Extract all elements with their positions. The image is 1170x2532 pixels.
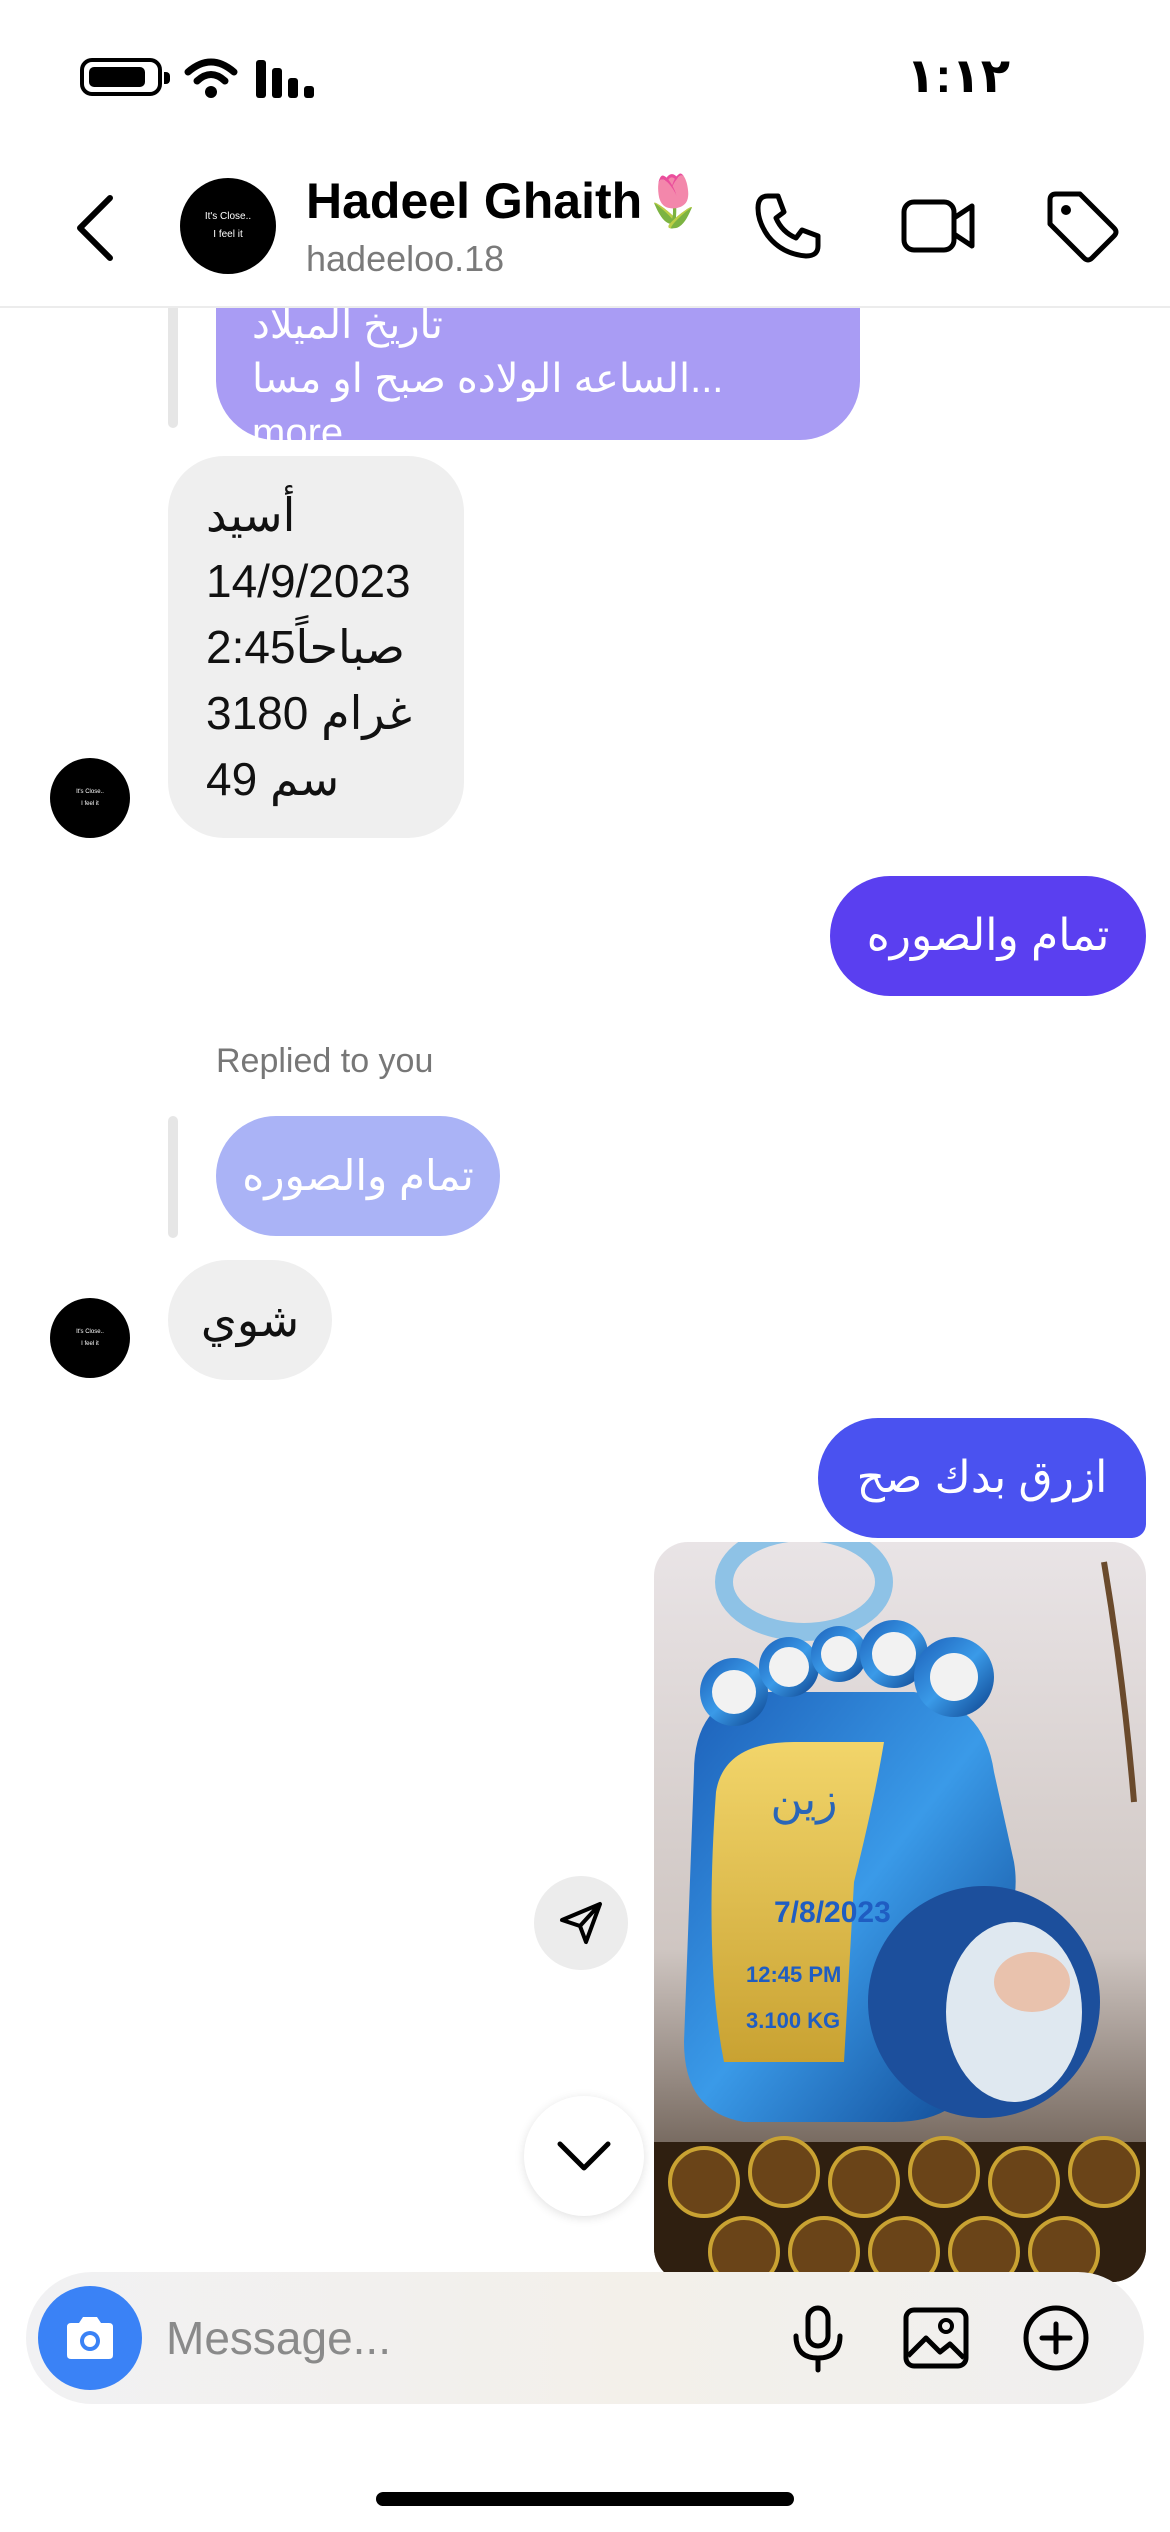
incoming-message-text: شوي [200,1294,300,1346]
avatar-text-top: It's Close.. [76,789,104,795]
avatar[interactable]: It's Close.. I feel it [50,758,130,838]
chat-header: It's Close.. I feel it Hadeel Ghaith🌷 ha… [0,150,1170,308]
outgoing-message-bubble[interactable]: تمام والصوره [830,876,1146,996]
outgoing-message-bubble[interactable]: ازرق بدك صح [818,1418,1146,1538]
quoted-line-1: تاريخ الميلاد [252,308,443,347]
reply-indicator [168,1116,178,1238]
reply-indicator [168,308,178,428]
chevron-down-icon[interactable] [524,2096,644,2216]
avatar[interactable]: It's Close.. I feel it [180,178,276,274]
incoming-message-bubble[interactable]: شوي [168,1260,332,1380]
avatar-text-bottom: I feel it [213,229,243,240]
shared-photo[interactable]: ﺯﻳﻦ 7/8/2023 12:45 PM 3.100 KG [654,1542,1146,2282]
replied-label: Replied to you [216,1042,434,1080]
incoming-message-bubble[interactable]: أسيد 14/9/2023 2:45صباحاً 3180 غرام 49 س… [168,456,464,838]
svg-text:ﺯﻳﻦ: ﺯﻳﻦ [771,1774,838,1825]
avatar-text-bottom: I feel it [81,801,99,807]
avatar[interactable]: It's Close.. I feel it [50,1298,130,1378]
signal-icon [256,60,314,98]
contact-name[interactable]: Hadeel Ghaith🌷 [306,172,704,231]
contact-name-text: Hadeel Ghaith [306,173,643,229]
phone-icon[interactable] [748,186,828,266]
photo-time: 12:45 PM [746,1962,841,1987]
birth-time: 2:45صباحاً [206,621,405,673]
paper-plane-icon[interactable] [534,1876,628,1970]
quoted-reply-text: تمام والصوره [242,1152,474,1199]
birth-date: 14/9/2023 [206,555,411,607]
quoted-message-bubble[interactable]: تاريخ الميلاد الساعه الولاده صبح او مسا.… [216,308,860,455]
chat-thread[interactable]: تاريخ الميلاد الساعه الولاده صبح او مسا.… [0,308,1170,2308]
contact-handle: hadeeloo.18 [306,238,505,279]
avatar-text-top: It's Close.. [76,1329,104,1335]
avatar-text-top: It's Close.. [204,211,252,222]
message-input[interactable] [166,2300,766,2376]
image-icon[interactable] [900,2302,972,2374]
status-time: ١:١٢ [906,50,1010,103]
chevron-left-icon[interactable] [66,188,126,268]
birth-name: أسيد [206,489,296,541]
plus-circle-icon[interactable] [1020,2302,1092,2374]
baby-frame-image: ﺯﻳﻦ 7/8/2023 12:45 PM 3.100 KG [654,1542,1146,2282]
photo-date: 7/8/2023 [774,1896,891,1929]
message-composer [26,2272,1144,2404]
quoted-line-2: الساعه الولاده صبح او مسا... more [252,357,724,455]
outgoing-message-text: تمام والصوره [866,911,1110,960]
camera-icon[interactable] [38,2286,142,2390]
video-camera-icon[interactable] [898,186,978,266]
home-indicator [376,2492,794,2506]
tag-icon[interactable] [1042,186,1122,266]
birth-weight: 3180 غرام [206,687,412,739]
status-bar: ١:١٢ [0,0,1170,150]
tulip-emoji: 🌷 [642,173,705,229]
outgoing-message-text: ازرق بدك صح [856,1453,1108,1502]
battery-icon [80,58,170,96]
microphone-icon[interactable] [782,2302,854,2374]
birth-length: 49 سم [206,753,340,805]
quoted-message-bubble[interactable]: تمام والصوره [216,1116,500,1236]
wifi-icon [184,58,238,98]
photo-weight: 3.100 KG [746,2008,840,2033]
avatar-text-bottom: I feel it [81,1341,99,1347]
